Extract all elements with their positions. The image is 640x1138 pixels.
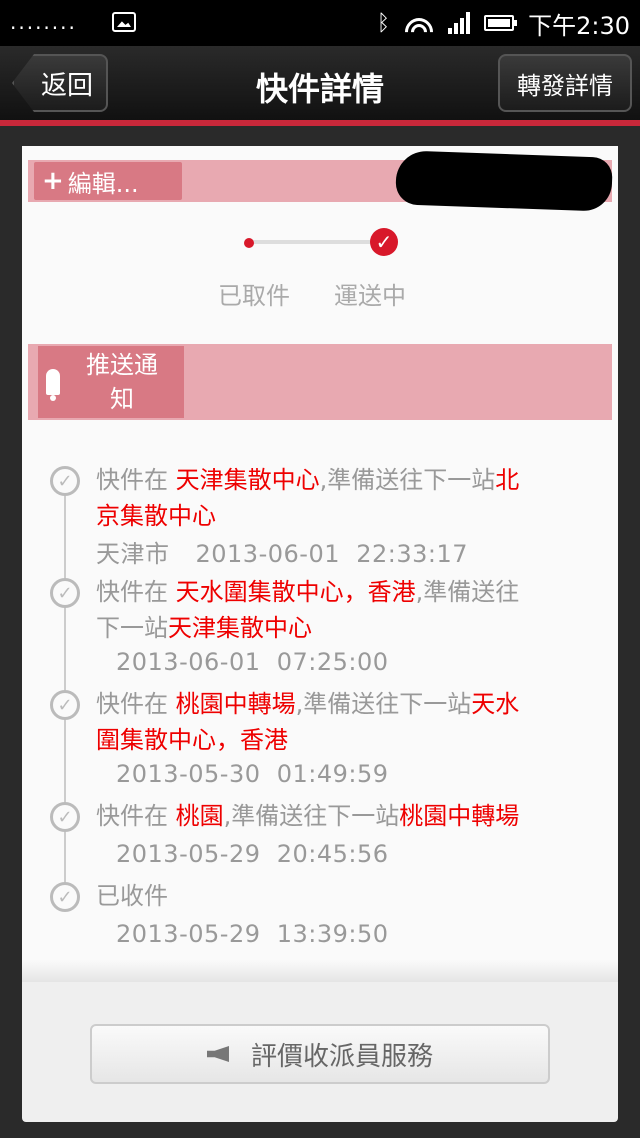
back-button[interactable]: 返回: [12, 54, 108, 112]
timeline-time: 2013-06-01 07:25:00: [116, 648, 389, 676]
timeline-timestamp: 2013-05-30 01:49:59: [116, 760, 389, 788]
plus-icon: +: [42, 166, 64, 196]
timeline-time: 2013-05-29 20:45:56: [116, 840, 389, 868]
push-notify-label: 推送通知: [86, 351, 158, 413]
timeline-time: 2013-06-01 22:33:17: [195, 540, 469, 568]
timeline-check-icon: ✓: [50, 882, 80, 912]
push-notify-button[interactable]: 推送通知: [38, 346, 184, 418]
timeline-text-segment: 桃園: [175, 802, 224, 830]
redacted-tracking-number: [395, 150, 613, 212]
timeline-event-text: 快件在 天津集散中心,準備送往下一站北京集散中心: [96, 462, 596, 534]
edit-label: 編輯...: [67, 169, 139, 198]
timeline-text-segment: ,準備送往: [415, 578, 520, 606]
timeline-text-segment: 快件在: [96, 578, 176, 606]
progress-dot: [244, 238, 254, 248]
timeline-text-segment: 已收件: [96, 882, 168, 910]
timeline-text-segment: 京集散中心: [96, 502, 216, 530]
timeline-timestamp: 2013-05-29 13:39:50: [116, 920, 389, 948]
timeline-text-segment: ,準備送往下一站: [223, 802, 400, 830]
timeline-event-text: 已收件: [96, 878, 596, 914]
bluetooth-icon: ᛒ: [376, 10, 391, 36]
timeline-text-segment: 快件在: [96, 466, 176, 494]
edit-button[interactable]: + 編輯...: [34, 162, 182, 200]
step-picked-up: 已取件: [218, 282, 290, 310]
rate-courier-button[interactable]: 評價收派員服務: [90, 1024, 550, 1084]
battery-icon: [484, 15, 518, 31]
timeline-text-segment: 桃園中轉場: [175, 690, 296, 718]
timeline-text-segment: 下一站: [96, 614, 168, 642]
timeline-check-icon: ✓: [50, 466, 80, 496]
image-notification-icon: [112, 12, 136, 32]
status-clock: 下午2:30: [528, 11, 630, 40]
timeline-time: 2013-05-29 13:39:50: [116, 920, 389, 948]
signal-icon: [448, 12, 471, 34]
timeline-text-segment: 圍集散中心，香港: [96, 726, 288, 754]
timeline-text-segment: ,準備送往下一站: [295, 690, 472, 718]
status-bar: ........ ᛒ 下午2:30: [0, 0, 640, 46]
status-icons: ᛒ 下午2:30: [376, 8, 630, 40]
timeline-event-text: 快件在 桃園,準備送往下一站桃園中轉場: [96, 798, 596, 834]
timeline-text-segment: 天津集散中心: [175, 466, 320, 494]
timeline-text-segment: 天水: [471, 690, 520, 718]
timeline-timestamp: 天津市 2013-06-01 22:33:17: [96, 534, 468, 569]
timeline-time: 2013-05-30 01:49:59: [116, 760, 389, 788]
status-notifications: ........: [10, 10, 77, 34]
timeline-event-text: 快件在 桃園中轉場,準備送往下一站天水圍集散中心，香港: [96, 686, 596, 758]
megaphone-icon: [206, 1046, 229, 1062]
timeline-timestamp: 2013-05-29 20:45:56: [116, 840, 389, 868]
bell-icon: [46, 369, 60, 401]
rate-courier-label: 評價收派員服務: [250, 1041, 433, 1072]
timeline-text-segment: 北: [495, 466, 520, 494]
timeline-text-segment: 桃園中轉場: [399, 802, 520, 830]
timeline-check-icon: ✓: [50, 802, 80, 832]
step-in-transit: 運送中: [334, 282, 406, 310]
timeline-check-icon: ✓: [50, 690, 80, 720]
timeline-text-segment: 天水圍集散中心，香港: [175, 578, 416, 606]
timeline-text-segment: 天津集散中心: [168, 614, 312, 642]
wifi-icon: [404, 12, 435, 34]
timeline-text-segment: 快件在: [96, 690, 176, 718]
timeline-text-segment: ,準備送往下一站: [319, 466, 496, 494]
timeline-event-text: 快件在 天水圍集散中心，香港,準備送往下一站天津集散中心: [96, 574, 596, 646]
card-bottom-edge: [22, 960, 618, 982]
progress-track: [248, 240, 384, 244]
timeline-check-icon: ✓: [50, 578, 80, 608]
timeline-timestamp: 2013-06-01 07:25:00: [116, 648, 389, 676]
timeline-text-segment: 快件在: [96, 802, 176, 830]
page-title: 快件詳情: [255, 70, 384, 108]
check-icon: ✓: [370, 228, 398, 256]
timeline-location: 天津市: [96, 540, 170, 568]
app-header: 返回 快件詳情 轉發詳情: [0, 46, 640, 120]
forward-details-button[interactable]: 轉發詳情: [498, 54, 632, 112]
